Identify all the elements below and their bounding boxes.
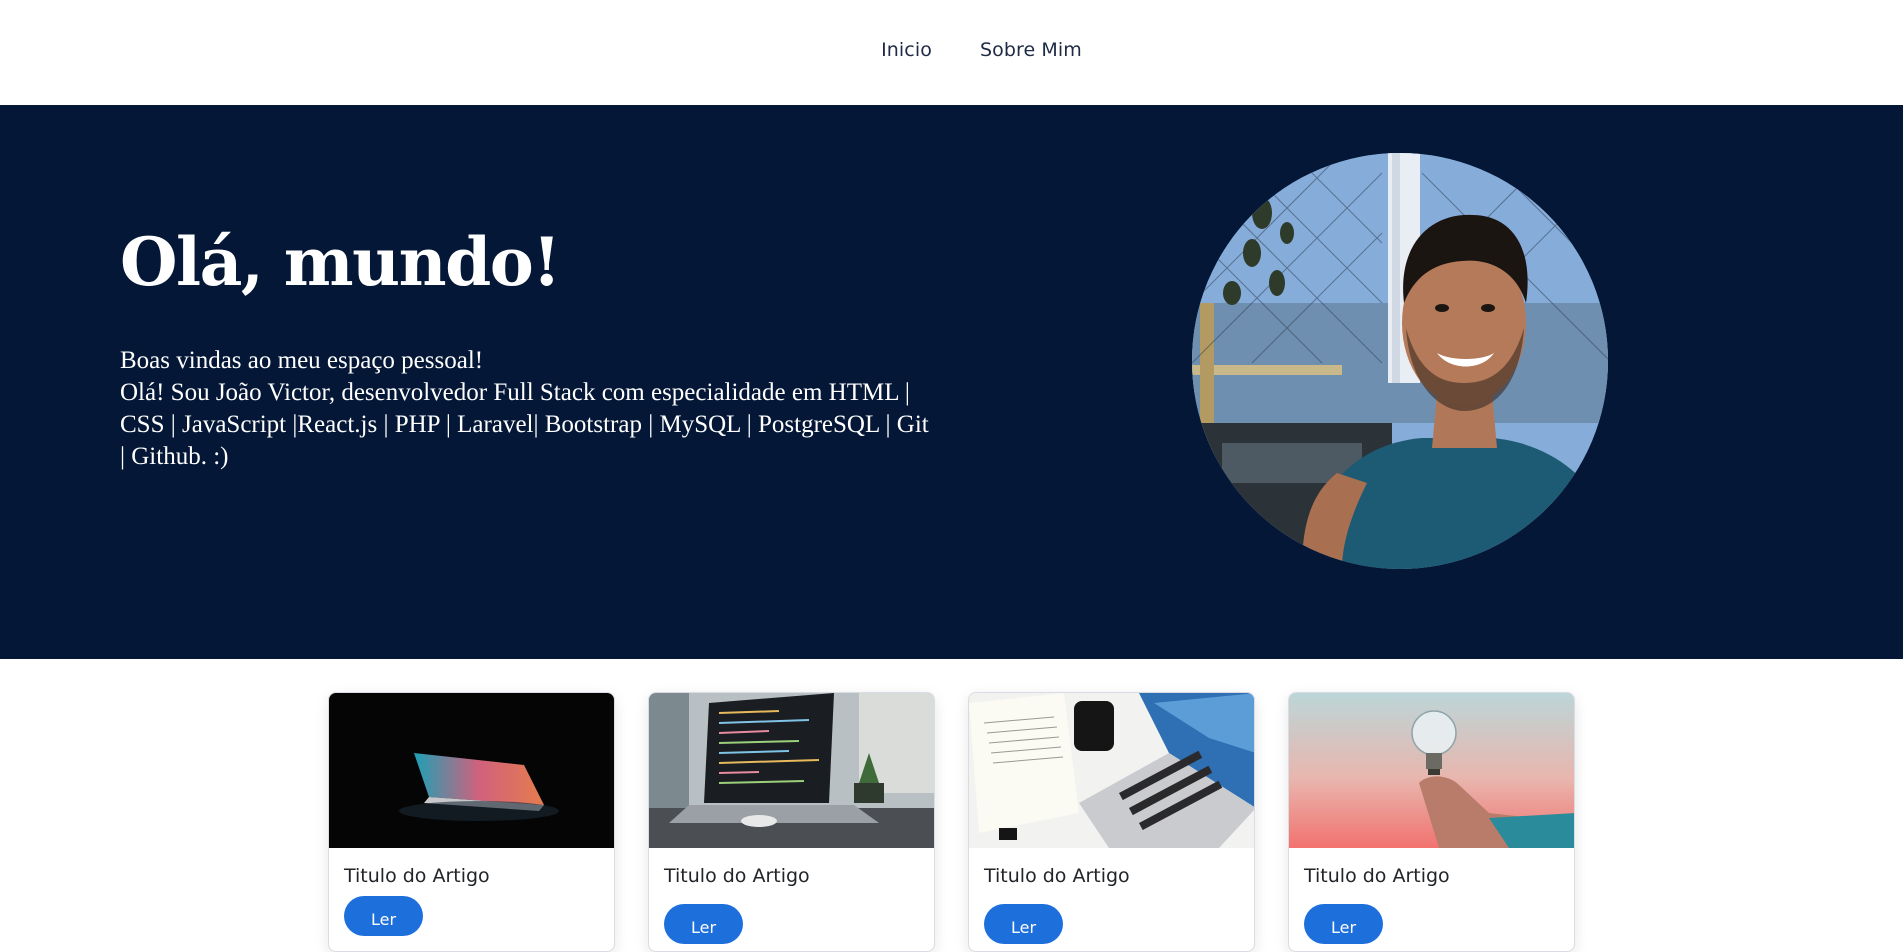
- article-card: Titulo do Artigo Ler: [648, 692, 935, 952]
- card-title: Titulo do Artigo: [664, 865, 810, 887]
- laptop-desk-image: [969, 693, 1254, 848]
- read-button[interactable]: Ler: [984, 904, 1063, 944]
- nav-link-sobre-mim[interactable]: Sobre Mim: [956, 39, 1106, 61]
- laptop-glow-image: [329, 693, 614, 848]
- hero-line-1: Boas vindas ao meu espaço pessoal!: [120, 347, 484, 374]
- read-button[interactable]: Ler: [1304, 904, 1383, 944]
- hero-intro: Boas vindas ao meu espaço pessoal! Olá! …: [120, 345, 960, 473]
- card-title: Titulo do Artigo: [1304, 865, 1450, 887]
- read-button[interactable]: Ler: [664, 904, 743, 944]
- card-title: Titulo do Artigo: [344, 865, 490, 887]
- hero-line-3: CSS | JavaScript |React.js | PHP | Larav…: [120, 411, 929, 438]
- hero-title: Olá, mundo!: [120, 223, 561, 301]
- lightbulb-hand-image: [1289, 693, 1574, 848]
- nav-link-inicio[interactable]: Inicio: [857, 39, 956, 61]
- hero-section: Olá, mundo! Boas vindas ao meu espaço pe…: [0, 105, 1903, 659]
- card-title: Titulo do Artigo: [984, 865, 1130, 887]
- laptop-code-image: [649, 693, 934, 848]
- nav-links: Inicio Sobre Mim: [857, 39, 1106, 61]
- navbar: Inicio Sobre Mim: [0, 0, 1903, 105]
- article-card: Titulo do Artigo Ler: [328, 692, 615, 952]
- read-button[interactable]: Ler: [344, 896, 423, 936]
- profile-photo: [1192, 153, 1608, 569]
- article-cards: Titulo do Artigo Ler Titulo do Artigo Le…: [328, 692, 1575, 952]
- hero-line-2: Olá! Sou João Victor, desenvolvedor Full…: [120, 379, 910, 406]
- article-card: Titulo do Artigo Ler: [968, 692, 1255, 952]
- hero-line-4: | Github. :): [120, 443, 229, 470]
- profile-photo-illustration: [1192, 153, 1608, 569]
- article-card: Titulo do Artigo Ler: [1288, 692, 1575, 952]
